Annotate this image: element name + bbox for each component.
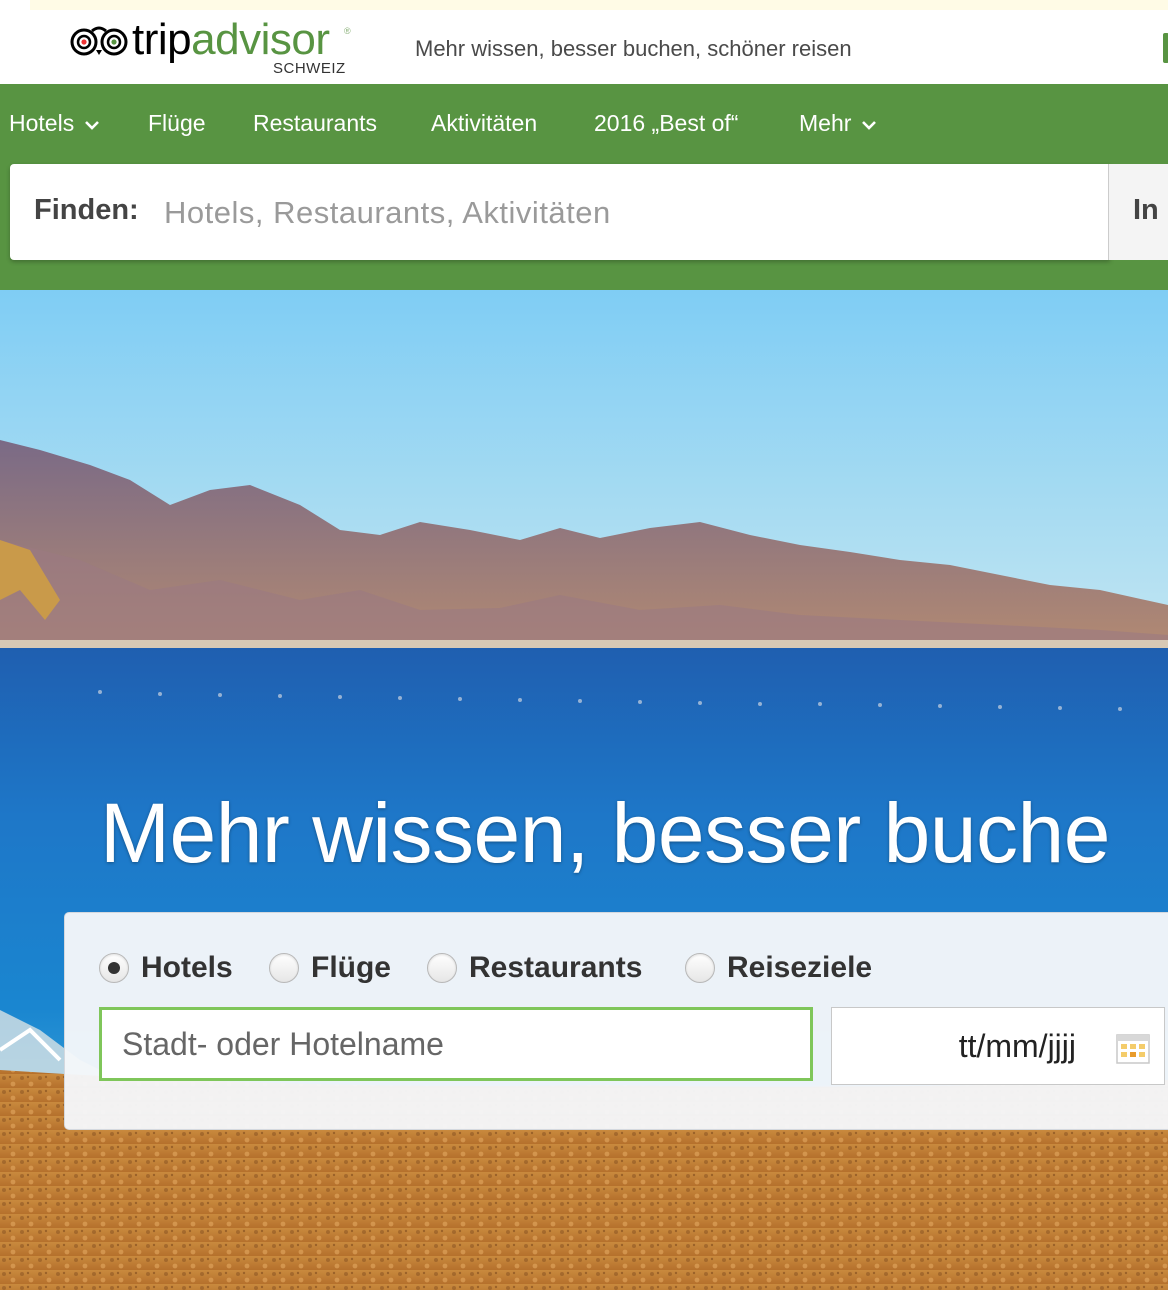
radio-label: Reiseziele (727, 951, 873, 984)
radio-label: Flüge (311, 951, 391, 984)
calendar-icon[interactable] (1116, 1032, 1150, 1064)
nav-item-label: Flüge (148, 110, 206, 136)
chevron-down-icon (85, 121, 100, 130)
hero-banner: Mehr wissen, besser buche Hotels Flüge R… (0, 290, 1168, 1290)
tripadvisor-logo[interactable]: tripadvisor ® SCHWEIZ (70, 15, 360, 82)
logo-wordmark: tripadvisor (132, 14, 330, 66)
nav-item-label: Aktivitäten (431, 110, 538, 136)
global-search-input[interactable] (162, 184, 1096, 242)
nav-item-label: Mehr (799, 110, 852, 136)
nav-item-hotels[interactable]: Hotels (9, 106, 100, 140)
header-tagline: Mehr wissen, besser buchen, schöner reis… (415, 36, 852, 61)
logo-country: SCHWEIZ (273, 60, 346, 77)
header-edge-button[interactable] (1163, 33, 1168, 63)
logo-trip-text: trip (132, 15, 192, 64)
radio-circle[interactable] (269, 953, 299, 983)
search-label: Finden: (34, 194, 139, 226)
checkin-date-field[interactable]: tt/mm/jjjj (831, 1007, 1165, 1085)
nav-item-flights[interactable]: Flüge (148, 106, 206, 140)
radio-circle[interactable] (427, 953, 457, 983)
hotel-search-card: Hotels Flüge Restaurants Reiseziele tt/m… (64, 912, 1168, 1130)
radio-label: Restaurants (469, 951, 643, 984)
city-hotel-field[interactable] (99, 1007, 813, 1081)
radio-label: Hotels (141, 951, 233, 984)
date-placeholder: tt/mm/jjjj (958, 1028, 1076, 1064)
owl-eyes-icon (70, 26, 128, 56)
nav-item-label: Hotels (9, 110, 75, 136)
nav-item-label: 2016 „Best of“ (594, 110, 739, 136)
nav-item-activities[interactable]: Aktivitäten (431, 106, 537, 140)
logo-registered-mark: ® (344, 26, 351, 36)
radio-circle-checked[interactable] (99, 953, 129, 983)
hero-title: Mehr wissen, besser buche (100, 786, 1110, 880)
search-location-label: In (1133, 194, 1159, 226)
chevron-down-icon (862, 121, 877, 130)
global-search-bar: Finden: (10, 164, 1110, 260)
search-location-field[interactable]: In (1108, 164, 1168, 260)
site-header: tripadvisor ® SCHWEIZ Mehr wissen, besse… (0, 10, 1168, 84)
nav-item-more[interactable]: Mehr (799, 106, 877, 140)
nav-item-restaurants[interactable]: Restaurants (253, 106, 377, 140)
logo-advisor-text: advisor (191, 15, 330, 64)
top-notice-strip (30, 0, 1168, 10)
city-hotel-input[interactable] (102, 1010, 810, 1078)
nav-item-best-of[interactable]: 2016 „Best of“ (594, 106, 738, 140)
radio-circle[interactable] (685, 953, 715, 983)
nav-item-label: Restaurants (253, 110, 378, 136)
main-navigation: Hotels Flüge Restaurants Aktivitäten 201… (0, 84, 1168, 290)
